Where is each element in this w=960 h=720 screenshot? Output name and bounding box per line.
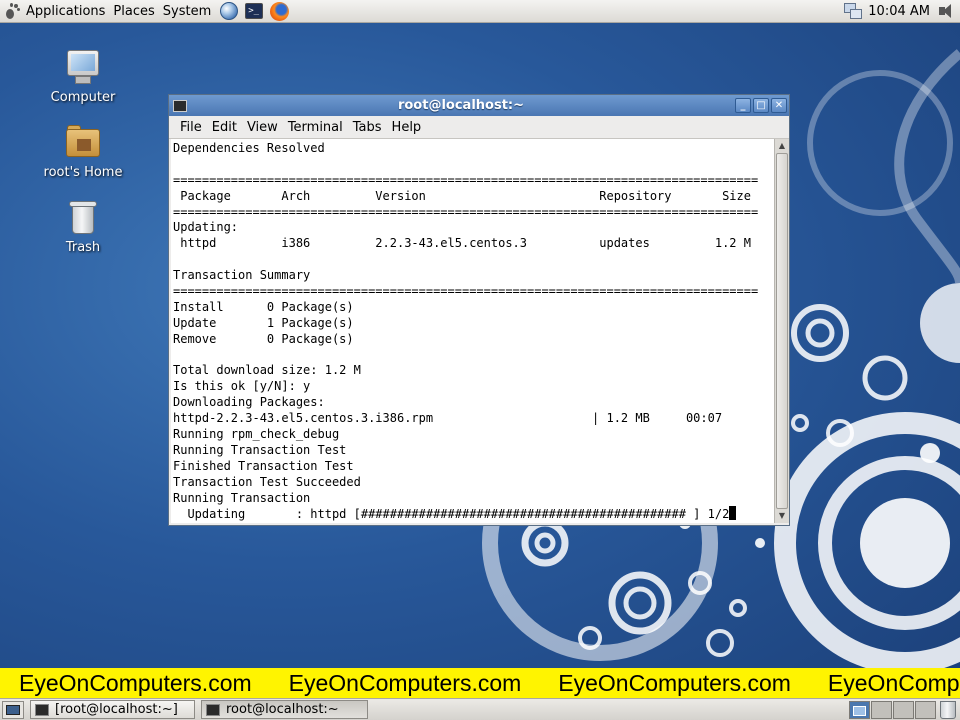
firefox-icon: [269, 1, 289, 21]
terminal-line: ========================================…: [173, 204, 759, 219]
watermark-banner: EyeOnComputers.com EyeOnComputers.com EyeO…: [0, 668, 960, 698]
applications-menu-label: Applications: [26, 3, 106, 19]
window-title: root@localhost:~: [397, 98, 525, 113]
taskbar-item[interactable]: [root@localhost:~]: [30, 700, 195, 719]
menu-edit[interactable]: Edit: [207, 120, 242, 135]
terminal-line: Running Transaction: [173, 490, 311, 505]
taskbar-item-active[interactable]: root@localhost:~: [201, 700, 368, 719]
workspace-switcher: [848, 700, 936, 719]
terminal-line: Dependencies Resolved: [173, 141, 325, 155]
window-menu-icon[interactable]: [173, 99, 187, 112]
trash-applet-icon[interactable]: [940, 700, 956, 719]
window-titlebar[interactable]: root@localhost:~ _ □ ✕: [169, 95, 789, 116]
home-folder-icon: [64, 123, 102, 161]
terminal-line: Finished Transaction Test: [173, 458, 354, 473]
menu-terminal[interactable]: Terminal: [283, 120, 348, 135]
volume-icon[interactable]: [938, 3, 954, 19]
terminal-icon: [206, 703, 220, 716]
menu-file[interactable]: File: [175, 120, 207, 135]
terminal-line: ========================================…: [173, 172, 759, 187]
terminal-line: Update 1 Package(s): [173, 315, 354, 330]
gnome-foot-icon: [4, 2, 21, 20]
terminal-cursor: [729, 506, 737, 521]
terminal-line: Remove 0 Package(s): [173, 331, 354, 346]
workspace-3[interactable]: [893, 700, 914, 719]
computer-icon: [64, 48, 102, 86]
firefox-launcher[interactable]: [268, 1, 290, 21]
desktop-icon-label: Computer: [50, 90, 116, 105]
terminal-line: Package Arch Version Repository Size: [173, 188, 751, 203]
workspace-4[interactable]: [915, 700, 936, 719]
desktop-icon-label: Trash: [65, 240, 101, 255]
desktop-icon-home[interactable]: root's Home: [28, 123, 138, 180]
network-status-icon[interactable]: [844, 2, 863, 20]
workspace-2[interactable]: [871, 700, 892, 719]
terminal-line: ========================================…: [173, 284, 759, 299]
terminal-launcher[interactable]: >_: [243, 1, 265, 21]
terminal-line: Transaction Summary: [173, 268, 311, 283]
bottom-panel: [root@localhost:~] root@localhost:~: [0, 698, 960, 720]
window-menubar: File Edit View Terminal Tabs Help: [169, 116, 789, 139]
system-menu-label: System: [162, 3, 212, 19]
desktop-icon: [6, 704, 20, 715]
terminal-icon: >_: [245, 3, 264, 19]
places-menu[interactable]: Places: [109, 0, 158, 23]
menu-help[interactable]: Help: [387, 120, 427, 135]
desktop-icon-trash[interactable]: Trash: [28, 198, 138, 255]
scrollbar-thumb[interactable]: [776, 153, 788, 509]
terminal-line: httpd i386 2.2.3-43.el5.centos.3 updates…: [173, 236, 751, 251]
desktop-icon-label: root's Home: [43, 165, 123, 180]
terminal-line: httpd-2.2.3-43.el5.centos.3.i386.rpm | 1…: [173, 411, 723, 426]
terminal-line: Downloading Packages:: [173, 395, 325, 410]
terminal-line: Transaction Test Succeeded: [173, 474, 361, 489]
minimize-button[interactable]: _: [735, 98, 751, 113]
trash-icon: [66, 198, 100, 236]
scroll-up-arrow-icon[interactable]: ▲: [775, 139, 789, 153]
clock[interactable]: 10:04 AM: [868, 4, 930, 19]
top-panel: Applications Places System >_ 10:04 AM: [0, 0, 960, 23]
menu-view[interactable]: View: [242, 120, 283, 135]
watermark-text: EyeOnComputers.com: [827, 669, 960, 696]
close-button[interactable]: ✕: [771, 98, 787, 113]
places-menu-label: Places: [113, 3, 155, 19]
terminal-icon: [35, 703, 49, 716]
terminal-line: Updating:: [173, 220, 239, 235]
globe-icon: [220, 2, 239, 20]
workspace-1[interactable]: [849, 700, 870, 719]
scroll-down-arrow-icon[interactable]: ▼: [775, 509, 789, 523]
terminal-line: Install 0 Package(s): [173, 299, 354, 314]
taskbar-item-label: [root@localhost:~]: [55, 702, 178, 717]
applications-menu[interactable]: Applications: [0, 0, 109, 23]
watermark-text: EyeOnComputers.com: [288, 669, 522, 696]
menu-tabs[interactable]: Tabs: [348, 120, 387, 135]
system-menu[interactable]: System: [159, 0, 215, 23]
watermark-text: EyeOnComputers.com: [558, 669, 791, 696]
terminal-line: Running rpm_check_debug: [173, 427, 340, 442]
show-desktop-button[interactable]: [2, 700, 24, 719]
network-launcher[interactable]: [218, 1, 240, 21]
terminal-line: Total download size: 1.2 M: [173, 363, 361, 378]
terminal-line: Updating : httpd [######################…: [173, 506, 774, 522]
terminal-output[interactable]: Dependencies Resolved ===================…: [171, 139, 774, 523]
system-tray: 10:04 AM: [844, 0, 960, 23]
terminal-line: Is this ok [y/N]: y: [173, 379, 311, 394]
desktop-icon-computer[interactable]: Computer: [28, 48, 138, 105]
terminal-scrollbar[interactable]: ▲ ▼: [774, 139, 789, 523]
taskbar-item-label: root@localhost:~: [226, 702, 339, 717]
terminal-line: Running Transaction Test: [173, 442, 347, 457]
terminal-window: root@localhost:~ _ □ ✕ File Edit View Te…: [168, 94, 790, 526]
maximize-button[interactable]: □: [753, 98, 769, 113]
watermark-text: EyeOnComputers.com: [19, 669, 252, 696]
